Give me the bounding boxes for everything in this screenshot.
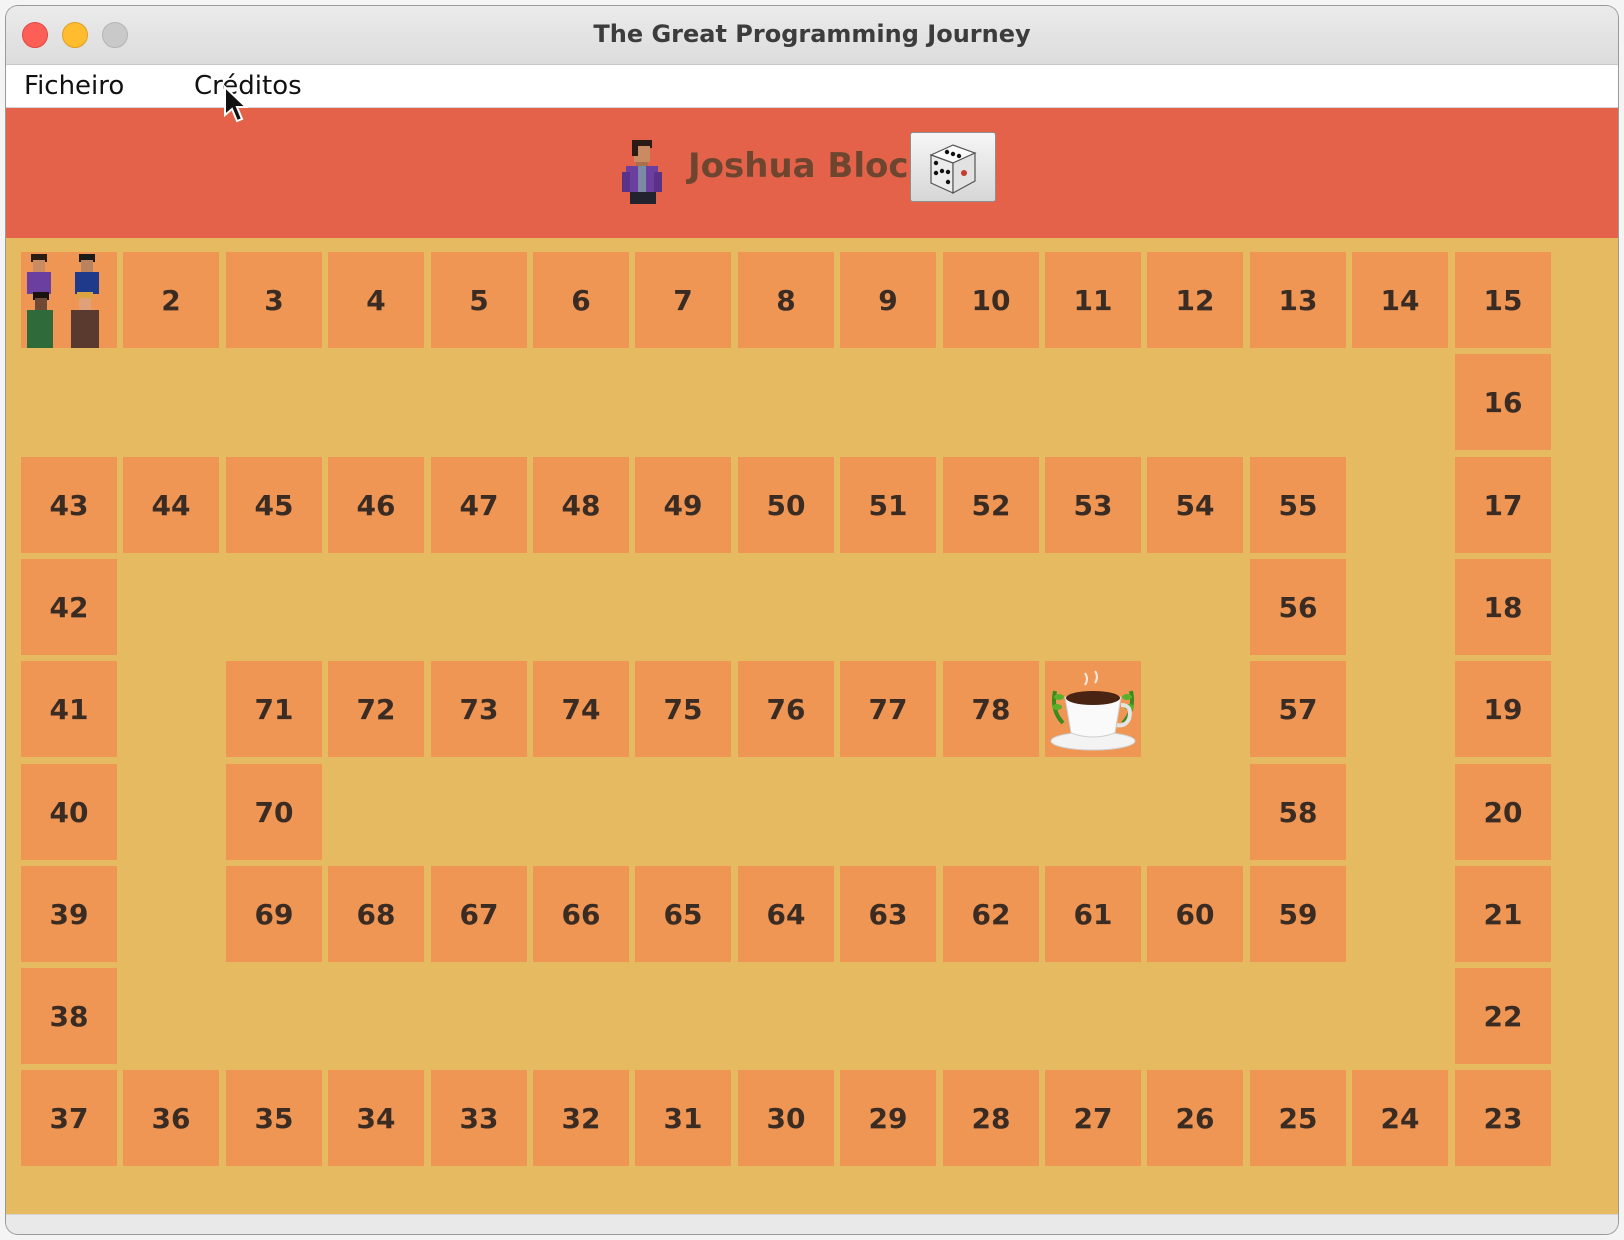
board-cell: 78 [943,661,1039,757]
board-cell: 37 [21,1070,117,1166]
board-cell: 48 [533,457,629,553]
player-avatar-icon [622,140,662,204]
board-cell: 34 [328,1070,424,1166]
board-cell: 31 [635,1070,731,1166]
board-cell: 16 [1455,354,1551,450]
board-cell: 55 [1250,457,1346,553]
board-cell: 25 [1250,1070,1346,1166]
board-cell: 73 [431,661,527,757]
current-player-name: Joshua Bloch [688,146,933,186]
board-cell: 49 [635,457,731,553]
board-cell: 74 [533,661,629,757]
board-cell: 70 [226,764,322,860]
board-cell: 63 [840,866,936,962]
board-cell: 38 [21,968,117,1064]
board-cell: 45 [226,457,322,553]
board-cell: 15 [1455,252,1551,348]
board-cell-start [21,252,117,348]
board-cell: 62 [943,866,1039,962]
board-cell: 13 [1250,252,1346,348]
board-cell: 8 [738,252,834,348]
board-cell: 43 [21,457,117,553]
board-cell: 40 [21,764,117,860]
board-cell: 17 [1455,457,1551,553]
board-cell: 36 [123,1070,219,1166]
board-cell: 19 [1455,661,1551,757]
board-cell: 4 [328,252,424,348]
board-cell: 5 [431,252,527,348]
board-cell: 27 [1045,1070,1141,1166]
board-cell: 51 [840,457,936,553]
board-cell: 72 [328,661,424,757]
board-cell: 57 [1250,661,1346,757]
board-cell: 46 [328,457,424,553]
board-cell: 58 [1250,764,1346,860]
board-cell: 7 [635,252,731,348]
board-cell: 65 [635,866,731,962]
board-cell: 24 [1352,1070,1448,1166]
roll-dice-button[interactable] [910,132,996,202]
board-cell: 47 [431,457,527,553]
board-cell: 10 [943,252,1039,348]
board-cell: 54 [1147,457,1243,553]
board-cell: 9 [840,252,936,348]
board-cell: 67 [431,866,527,962]
mouse-pointer-icon [224,85,249,123]
board-cell: 52 [943,457,1039,553]
app-window: The Great Programming Journey Ficheiro C… [6,6,1618,1234]
board-cell: 76 [738,661,834,757]
board-cell: 39 [21,866,117,962]
player-group-icon [27,254,99,348]
board-cell: 14 [1352,252,1448,348]
board-cell: 2 [123,252,219,348]
board-cell: 30 [738,1070,834,1166]
window-bottom-edge [6,1214,1618,1234]
board-cell: 41 [21,661,117,757]
board-cell: 77 [840,661,936,757]
board-cell: 50 [738,457,834,553]
board-cell: 6 [533,252,629,348]
menu-ficheiro[interactable]: Ficheiro [24,71,124,101]
board-cell: 20 [1455,764,1551,860]
board-cell: 61 [1045,866,1141,962]
game-board: 2 3 4 5 6 7 8 9 10 11 12 13 14 15 16 43 44 45 46 47 48 49 50 51… [6,238,1618,1214]
board-cell-finish [1045,661,1141,757]
board-cell: 33 [431,1070,527,1166]
board-cell: 68 [328,866,424,962]
board-cell: 71 [226,661,322,757]
board-cell: 26 [1147,1070,1243,1166]
board-cell: 59 [1250,866,1346,962]
board-cell: 32 [533,1070,629,1166]
board-cell: 56 [1250,559,1346,655]
coffee-cup-icon [1050,670,1136,751]
board-cell: 3 [226,252,322,348]
board-cell: 60 [1147,866,1243,962]
board-cell: 42 [21,559,117,655]
board-cell: 75 [635,661,731,757]
board-cell: 35 [226,1070,322,1166]
board-cell: 69 [226,866,322,962]
dice-icon [929,144,977,195]
window-title: The Great Programming Journey [593,20,1031,48]
board-cell: 12 [1147,252,1243,348]
board-cell: 21 [1455,866,1551,962]
board-cell: 11 [1045,252,1141,348]
board-cell: 29 [840,1070,936,1166]
title-bar[interactable]: The Great Programming Journey [6,6,1618,65]
board-cell: 22 [1455,968,1551,1064]
board-cell: 53 [1045,457,1141,553]
board-cell: 66 [533,866,629,962]
board-cell: 44 [123,457,219,553]
board-cell: 28 [943,1070,1039,1166]
board-cell: 64 [738,866,834,962]
board-cell: 23 [1455,1070,1551,1166]
board-cell: 18 [1455,559,1551,655]
